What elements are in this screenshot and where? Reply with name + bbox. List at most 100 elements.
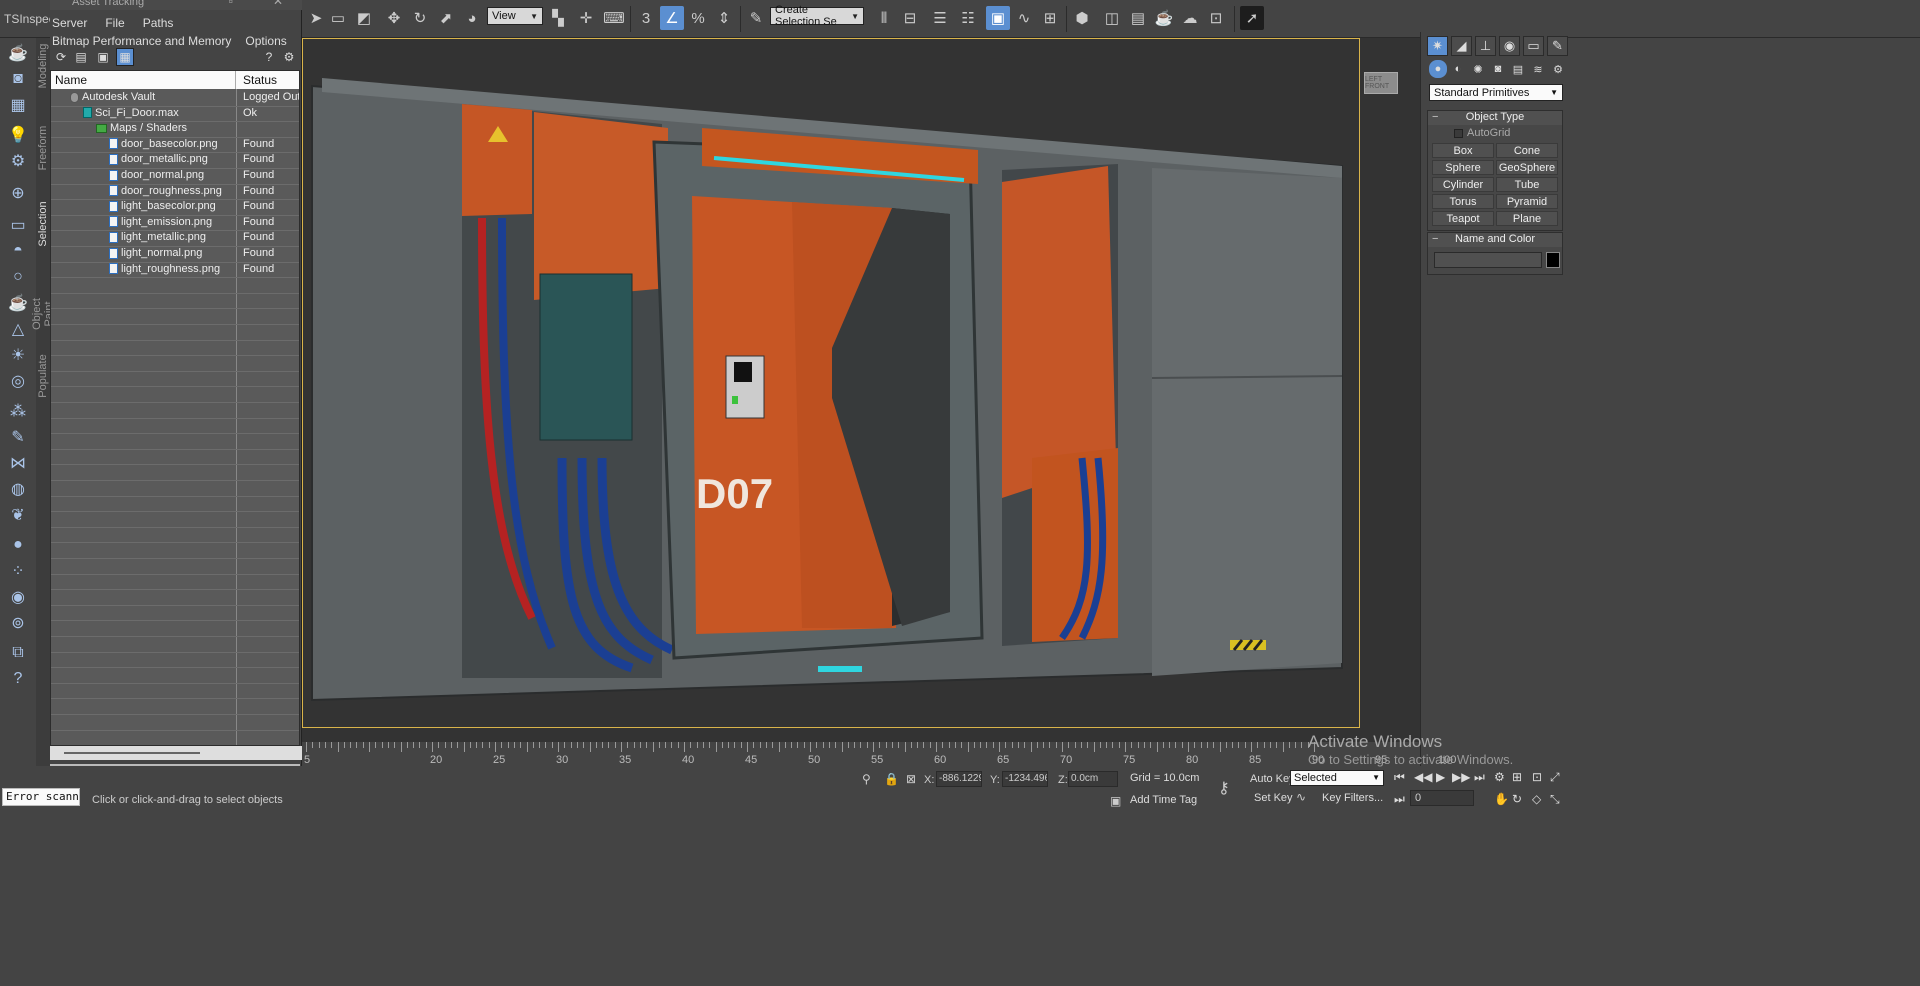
pin-icon[interactable]: ⚲ — [862, 772, 871, 786]
align-icon[interactable]: ⊟ — [898, 6, 922, 30]
snap-toggle-icon[interactable]: 3 — [634, 6, 658, 30]
select-manipulate-icon[interactable]: ✛ — [574, 6, 598, 30]
zoom-extents-icon[interactable]: ⊞ — [1512, 770, 1522, 784]
autogrid-checkbox[interactable]: AutoGrid — [1454, 127, 1562, 139]
primitive-button-plane[interactable]: Plane — [1496, 211, 1558, 226]
sphere-icon[interactable]: ○ — [7, 266, 29, 288]
fov-icon[interactable]: ◇ — [1532, 792, 1541, 806]
asset-row[interactable]: light_roughness.png Found — [51, 262, 299, 277]
go-to-start-icon[interactable]: ⏮ — [1394, 770, 1405, 785]
globe-icon[interactable]: ◍ — [7, 478, 29, 500]
dialog-help-icon[interactable]: ? — [260, 48, 278, 66]
key-filters-button[interactable]: Key Filters... — [1322, 792, 1383, 804]
percent-snap-icon[interactable]: % — [686, 6, 710, 30]
helper-icon[interactable]: ⊕ — [7, 182, 29, 204]
lights-icon[interactable]: ✺ — [1469, 60, 1487, 78]
menu-server[interactable]: Server — [52, 16, 87, 30]
render-setup-icon[interactable]: ◫ — [1100, 6, 1124, 30]
y-coordinate-field[interactable]: -1234.496 — [1002, 771, 1048, 787]
systems-icon[interactable]: ⚙ — [1549, 60, 1567, 78]
asset-row[interactable]: light_emission.png Found — [51, 215, 299, 230]
ribbon-tab-modeling[interactable]: Modeling — [37, 41, 49, 91]
help-icon[interactable]: ? — [7, 668, 29, 690]
teapot-icon[interactable]: ☕ — [7, 42, 29, 64]
current-frame-field[interactable]: 0 — [1410, 790, 1474, 806]
primitive-button-tube[interactable]: Tube — [1496, 177, 1558, 192]
geometry-icon[interactable]: ● — [1429, 60, 1447, 78]
rendered-frame-icon[interactable]: ▤ — [1126, 6, 1150, 30]
plant-icon[interactable]: ❦ — [7, 504, 29, 526]
copy-icon[interactable]: ⧉ — [7, 642, 29, 664]
key-icon[interactable]: ⚷ — [1218, 778, 1230, 798]
asset-row[interactable]: light_metallic.png Found — [51, 230, 299, 245]
cone-icon[interactable]: △ — [7, 318, 29, 340]
pan-icon[interactable]: ✋ — [1494, 792, 1509, 806]
hierarchy-tab-icon[interactable]: ⊥ — [1475, 36, 1496, 56]
keyboard-shortcut-icon[interactable]: ⌨ — [602, 6, 626, 30]
object-name-input[interactable] — [1434, 252, 1543, 268]
pivot-icon[interactable]: ▚ — [546, 6, 570, 30]
rotate-icon[interactable]: ↻ — [408, 6, 432, 30]
asset-row[interactable]: light_basecolor.png Found — [51, 199, 299, 214]
display-tab-icon[interactable]: ▭ — [1523, 36, 1544, 56]
angle-snap-icon[interactable]: ∠ — [660, 6, 684, 30]
select-icon[interactable]: ➤ — [304, 6, 328, 30]
time-tag-icon[interactable]: ▣ — [1110, 794, 1121, 808]
spinner-snap-icon[interactable]: ⇕ — [712, 6, 736, 30]
go-to-end-icon[interactable]: ⏭ — [1474, 770, 1485, 785]
cameras-icon[interactable]: ◙ — [1489, 60, 1507, 78]
walk-icon[interactable]: ⤡ — [1550, 792, 1560, 807]
next-frame-icon[interactable]: ▶▶ — [1452, 770, 1470, 784]
render-cloud-icon[interactable]: ☁ — [1178, 6, 1202, 30]
asset-row[interactable]: Sci_Fi_Door.max Ok — [51, 106, 299, 121]
hemisphere-icon[interactable]: ◓ — [7, 240, 29, 262]
asset-row[interactable]: door_metallic.png Found — [51, 152, 299, 167]
absolute-mode-icon[interactable]: ⊠ — [906, 772, 916, 786]
minimize-icon[interactable]: ▫ — [229, 0, 233, 8]
scale-icon[interactable]: ⬈ — [434, 6, 458, 30]
render-icon[interactable]: ◉ — [7, 586, 29, 608]
asset-row[interactable]: door_roughness.png Found — [51, 184, 299, 199]
curve-icon[interactable]: ∿ — [1296, 790, 1306, 804]
named-selection-dropdown[interactable]: Create Selection Se ▼ — [770, 4, 864, 28]
select-region-icon[interactable]: ▭ — [326, 6, 350, 30]
ribbon-tab-populate[interactable]: Populate — [37, 351, 49, 401]
render-shortcut-icon[interactable]: ⊡ — [1204, 6, 1228, 30]
schematic-view-icon[interactable]: ⊞ — [1038, 6, 1062, 30]
scene-explorer-icon[interactable]: ☰ — [928, 6, 952, 30]
column-status[interactable]: Status — [243, 73, 277, 87]
asset-row[interactable]: door_normal.png Found — [51, 168, 299, 183]
modifier-icon[interactable]: ⚙ — [7, 150, 29, 172]
primitive-button-sphere[interactable]: Sphere — [1432, 160, 1494, 175]
orbit-icon[interactable]: ↻ — [1512, 792, 1522, 806]
reference-coord-dropdown[interactable]: View ▼ — [487, 7, 543, 25]
place-icon[interactable]: ◕ — [460, 6, 484, 30]
nodes-icon[interactable]: ⊚ — [7, 612, 29, 634]
time-config-icon[interactable]: ⚙ — [1494, 770, 1505, 784]
camera-icon[interactable]: ◙ — [7, 68, 29, 90]
set-key-button[interactable]: Set Key — [1254, 792, 1293, 804]
cursor-tool-icon[interactable]: ➚ — [1240, 6, 1264, 30]
thumbnail-view-icon[interactable]: ▣ — [94, 48, 112, 66]
add-time-tag[interactable]: Add Time Tag — [1130, 794, 1197, 806]
horizontal-scrollbar[interactable] — [50, 746, 302, 760]
object-color-swatch[interactable] — [1546, 252, 1560, 268]
shapes-icon[interactable]: ◐ — [1449, 60, 1467, 78]
layer-explorer-icon[interactable]: ☷ — [956, 6, 980, 30]
menu-paths[interactable]: Paths — [143, 16, 174, 30]
primitive-button-torus[interactable]: Torus — [1432, 194, 1494, 209]
primitive-button-pyramid[interactable]: Pyramid — [1496, 194, 1558, 209]
paint-icon[interactable]: ✎ — [7, 426, 29, 448]
helpers-icon[interactable]: ▤ — [1509, 60, 1527, 78]
light-bulb-icon[interactable]: 💡 — [7, 124, 29, 146]
primitive-button-cylinder[interactable]: Cylinder — [1432, 177, 1494, 192]
maximize-viewport-icon[interactable]: ⤢ — [1550, 770, 1560, 785]
render-production-icon[interactable]: ☕ — [1152, 6, 1176, 30]
primitive-button-geosphere[interactable]: GeoSphere — [1496, 160, 1558, 175]
move-icon[interactable]: ✥ — [382, 6, 406, 30]
maxscript-listener[interactable]: Error scanni — [2, 788, 80, 806]
teapot-small-icon[interactable]: ☕ — [7, 292, 29, 314]
close-icon[interactable]: ✕ — [273, 0, 283, 8]
particles-icon[interactable]: ⁂ — [7, 400, 29, 422]
object-type-header[interactable]: − Object Type — [1428, 111, 1562, 125]
